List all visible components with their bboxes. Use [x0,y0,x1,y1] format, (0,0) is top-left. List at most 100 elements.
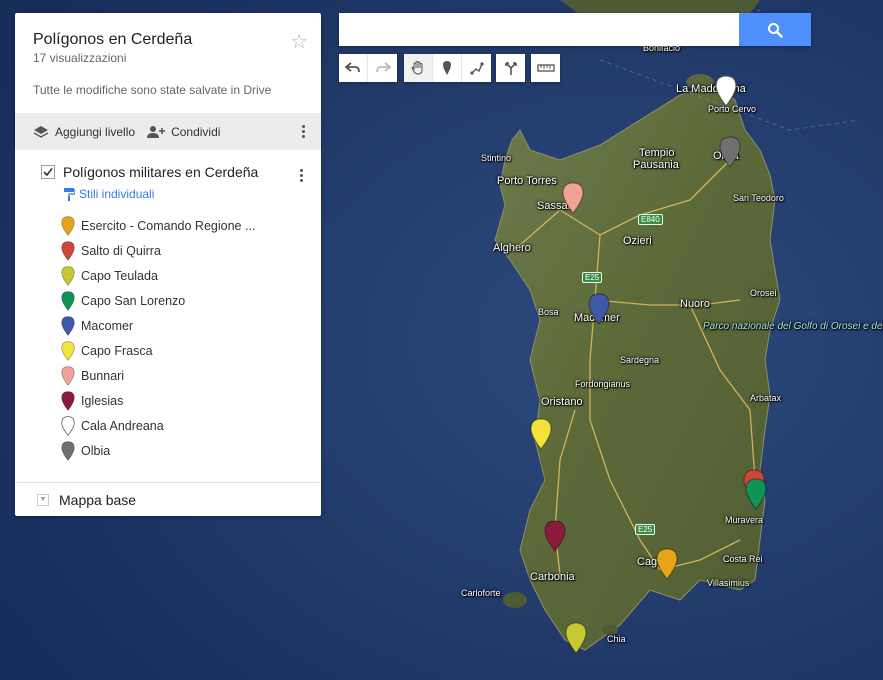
search-icon [767,22,783,38]
layer-header: Polígonos militares en Cerdeña [41,164,303,180]
panel-toolbar: Aggiungi livello Condividi [15,113,321,150]
individual-styles-label: Stili individuali [79,187,155,201]
layer-visibility-checkbox[interactable] [41,165,55,179]
map-marker-esercito[interactable] [656,548,678,580]
marker-icon [61,265,75,286]
save-status: Tutte le modifiche sono state salvate in… [33,83,272,97]
marker-icon [61,365,75,386]
map-marker-bunnari[interactable] [562,182,584,214]
hand-icon [410,60,426,76]
map-marker-capo-teulada[interactable] [565,622,587,654]
marker-icon [441,60,453,76]
measure-group [531,54,560,82]
place-label: Carloforte [461,588,501,598]
legend-item-label: Capo Frasca [81,343,153,358]
panel-more-options-button[interactable] [301,124,305,139]
legend-item[interactable]: Macomer [61,313,303,338]
legend-item-label: Capo Teulada [81,268,158,283]
directions-button[interactable] [496,54,525,82]
place-label: Tempio [639,147,675,159]
chevron-down-icon: ▼ [37,493,49,506]
measure-button[interactable] [531,54,560,82]
marker-icon [61,215,75,236]
place-label: Arbatax [750,393,782,403]
map-title[interactable]: Polígonos en Cerdeña [33,31,303,49]
paint-roller-icon [63,187,75,201]
share-label: Condividi [171,124,221,139]
legend-item[interactable]: Capo Teulada [61,263,303,288]
add-layer-label: Aggiungi livello [55,124,136,139]
place-label: Porto Torres [497,175,557,187]
add-layer-button[interactable]: Aggiungi livello [33,125,135,139]
place-label: Costa Rei [723,554,763,564]
map-marker-cala-andreana[interactable] [715,75,737,107]
legend-item[interactable]: Esercito - Comando Regione ... [61,213,303,238]
place-label: Fordongianus [575,379,631,389]
base-map-section[interactable]: ▼ Mappa base [15,482,321,516]
redo-button[interactable] [368,54,397,82]
star-icon[interactable]: ☆ [290,29,308,54]
pan-tool-button[interactable] [404,54,433,82]
marker-icon [61,315,75,336]
park-label: Parco nazionale del Golfo di Orosei e de… [703,321,883,332]
layer-section: Polígonos militares en Cerdeña Stili ind… [15,150,321,463]
place-label: Muravera [725,515,764,525]
undo-button[interactable] [339,54,368,82]
legend-item-label: Salto di Quirra [81,243,161,258]
map-legend-panel: Polígonos en Cerdeña 17 visualizzazioni … [15,13,321,516]
add-marker-button[interactable] [433,54,462,82]
marker-icon [61,340,75,361]
place-label: Chia [607,634,626,644]
place-label: Carbonia [530,571,575,583]
draw-line-icon [469,60,485,76]
marker-icon [61,390,75,411]
road-shield: E25 [582,272,603,283]
legend-item[interactable]: Capo Frasca [61,338,303,363]
legend-item-label: Esercito - Comando Regione ... [81,218,256,233]
directions-group [496,54,525,82]
legend-item-label: Bunnari [81,368,125,383]
legend-item[interactable]: Bunnari [61,363,303,388]
layer-name[interactable]: Polígonos militares en Cerdeña [63,164,258,180]
layer-more-options-button[interactable] [299,168,303,183]
place-label: Villasimius [707,578,750,588]
search-input[interactable] [339,13,738,46]
legend-item-label: Iglesias [81,393,124,408]
legend-item[interactable]: Olbia [61,438,303,463]
layers-icon [33,125,49,139]
marker-icon [61,415,75,436]
road-shield: E25 [635,524,656,535]
legend-item[interactable]: Capo San Lorenzo [61,288,303,313]
panel-header: Polígonos en Cerdeña 17 visualizzazioni … [15,13,321,113]
map-marker-olbia[interactable] [719,136,741,168]
individual-styles-link[interactable]: Stili individuali [63,187,303,201]
directions-icon [503,60,519,76]
map-marker-macomer[interactable] [588,293,610,325]
place-label: Sardegna [620,355,660,365]
legend-item[interactable]: Cala Andreana [61,413,303,438]
place-label: Orosei [750,288,777,298]
place-label: Alghero [493,242,531,254]
map-marker-iglesias[interactable] [544,520,566,552]
legend-item-label: Cala Andreana [81,418,164,433]
search-button[interactable] [739,13,811,46]
undo-redo-group [339,54,397,82]
legend-item[interactable]: Salto di Quirra [61,238,303,263]
marker-icon [61,440,75,461]
place-label: Ozieri [623,235,652,247]
place-label: Nuoro [680,298,710,310]
search-box [339,13,811,46]
legend-item[interactable]: Iglesias [61,388,303,413]
map-marker-capo-san-lorenzo[interactable] [745,478,767,510]
add-person-icon [147,125,166,139]
marker-icon [61,290,75,311]
place-label: San Teodoro [733,193,784,203]
drawing-tools-group [404,54,491,82]
redo-icon [375,61,391,75]
share-button[interactable]: Condividi [147,125,220,139]
base-map-label: Mappa base [59,491,137,508]
draw-line-button[interactable] [462,54,491,82]
place-label: Oristano [541,396,583,408]
legend-list: Esercito - Comando Regione ... Salto di … [61,213,303,463]
map-marker-capo-frasca[interactable] [530,418,552,450]
